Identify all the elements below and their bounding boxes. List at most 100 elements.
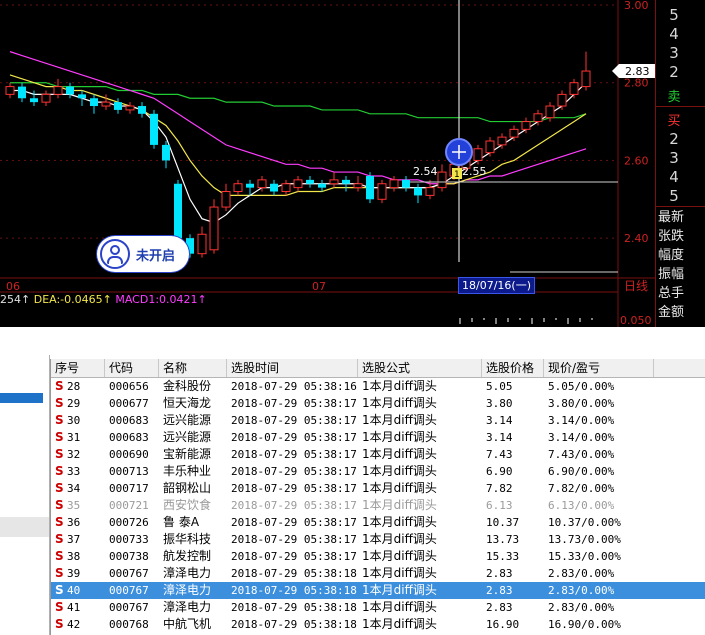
row-name: 漳泽电力 — [163, 566, 212, 580]
candle-body-up — [125, 105, 135, 111]
menu-change[interactable]: 张跌 — [658, 227, 684, 246]
table-row[interactable]: S 32 000690 宝新能源 2018-07-29 05:38:17 1本月diff调… — [51, 446, 705, 463]
current-price-label: 2.83 — [625, 65, 650, 78]
table-row[interactable]: S 28 000656 金科股份 2018-07-29 05:38:16 1本月diff调… — [51, 378, 705, 395]
crosshair-price-label: 2.54 — [413, 165, 438, 178]
row-name: 航发控制 — [163, 549, 212, 563]
table-row[interactable]: S 41 000767 漳泽电力 2018-07-29 05:38:18 1本月diff调… — [51, 599, 705, 616]
table-row[interactable]: S 37 000733 振华科技 2018-07-29 05:38:17 1本月diff调… — [51, 531, 705, 548]
row-code: 000721 — [109, 499, 149, 512]
row-now: 16.90/0.00% — [548, 618, 621, 631]
row-code: 000677 — [109, 397, 149, 410]
row-name: 漳泽电力 — [163, 583, 212, 597]
row-price: 2.83 — [486, 567, 513, 580]
candle-body-up — [5, 86, 15, 95]
col-seq[interactable]: 序号 — [51, 359, 105, 377]
col-name[interactable]: 名称 — [159, 359, 227, 377]
table-row[interactable]: S 35 000721 西安饮食 2018-07-29 05:38:17 1本月diff调… — [51, 497, 705, 514]
table-row[interactable]: S 40 000767 漳泽电力 2018-07-29 05:38:18 1本月diff调… — [51, 582, 705, 599]
left-list[interactable] — [0, 355, 50, 635]
menu-amplitude[interactable]: 振幅 — [658, 265, 684, 284]
candle-body-down — [402, 179, 410, 188]
macd-indicator-line: 254↑ DEA:-0.0465↑ MACD1:0.0421↑ — [0, 291, 207, 309]
candle-body-down — [414, 187, 422, 196]
row-now: 2.83/0.00% — [548, 567, 615, 580]
row-now: 3.80/0.00% — [548, 397, 615, 410]
row-flag: S — [55, 566, 64, 580]
col-time[interactable]: 选股时间 — [227, 359, 358, 377]
row-code: 000768 — [109, 618, 149, 631]
table-row[interactable]: S 30 000683 远兴能源 2018-07-29 05:38:17 1本月diff调… — [51, 412, 705, 429]
candle-body-down — [366, 175, 374, 200]
candle-body-up — [41, 93, 51, 103]
table-row[interactable]: S 33 000713 丰乐种业 2018-07-29 05:38:17 1本月diff调… — [51, 463, 705, 480]
table-row[interactable]: S 39 000767 漳泽电力 2018-07-29 05:38:18 1本月diff调… — [51, 565, 705, 582]
row-name: 韶钢松山 — [163, 481, 212, 495]
col-price[interactable]: 选股价格 — [482, 359, 544, 377]
row-now: 2.83/0.00% — [548, 584, 615, 597]
row-seq: 39 — [67, 567, 81, 580]
row-code: 000738 — [109, 550, 149, 563]
kline-svg[interactable]: 3.002.802.602.4006 07 日线0.0502.54 1 2.552.83 — [0, 0, 705, 327]
picker-table[interactable]: 序号 代码 名称 选股时间 选股公式 选股价格 现价/盈亏 S 28 000656 金… — [50, 359, 705, 635]
table-row[interactable]: S 36 000726 鲁 泰A 2018-07-29 05:38:17 1本月diff调… — [51, 514, 705, 531]
row-time: 2018-07-29 05:38:18 — [231, 601, 357, 614]
row-formula: 1本月diff调头 — [362, 464, 437, 478]
status-badge[interactable]: 未开启 — [97, 236, 189, 272]
row-code: 000767 — [109, 601, 149, 614]
kline-chart[interactable]: 3.00 2.80 2.60 2.40 06 07 日线 0.050 2.54 1 2.55 2.83… — [0, 0, 705, 327]
menu-volume[interactable]: 总手 — [658, 284, 684, 303]
menu-amount[interactable]: 金额 — [658, 303, 684, 322]
row-seq: 40 — [67, 584, 81, 597]
row-now: 2.83/0.00% — [548, 601, 615, 614]
candle-body-up — [497, 136, 507, 146]
col-formula[interactable]: 选股公式 — [358, 359, 482, 377]
left-list-selection[interactable] — [0, 393, 43, 403]
col-now[interactable]: 现价/盈亏 — [544, 359, 654, 377]
candle-body-down — [174, 183, 182, 239]
row-price: 6.13 — [486, 499, 513, 512]
col-code[interactable]: 代码 — [105, 359, 159, 377]
row-time: 2018-07-29 05:38:16 — [231, 380, 357, 393]
row-time: 2018-07-29 05:38:18 — [231, 567, 357, 580]
row-seq: 36 — [67, 516, 81, 529]
table-row[interactable]: S 31 000683 远兴能源 2018-07-29 05:38:17 1本月diff调… — [51, 429, 705, 446]
candle-body-up — [389, 179, 399, 189]
price-tick-label: 2.80 — [624, 77, 649, 90]
candle-body-up — [209, 206, 219, 251]
row-price: 3.14 — [486, 431, 513, 444]
row-formula: 1本月diff调头 — [362, 532, 437, 546]
table-row[interactable]: S 34 000717 韶钢松山 2018-07-29 05:38:17 1本月diff调… — [51, 480, 705, 497]
row-seq: 33 — [67, 465, 81, 478]
row-now: 6.90/0.00% — [548, 465, 615, 478]
menu-latest[interactable]: 最新 — [658, 208, 684, 227]
row-name: 金科股份 — [163, 379, 212, 393]
row-price: 2.83 — [486, 601, 513, 614]
row-flag: S — [55, 481, 64, 495]
row-code: 000726 — [109, 516, 149, 529]
user-icon — [100, 239, 130, 269]
row-name: 丰乐种业 — [163, 464, 212, 478]
row-name: 西安饮食 — [163, 498, 212, 512]
price-tick-label: 3.00 — [624, 0, 649, 12]
row-code: 000656 — [109, 380, 149, 393]
table-row[interactable]: S 38 000738 航发控制 2018-07-29 05:38:17 1本月diff调… — [51, 548, 705, 565]
table-row[interactable]: S 42 000768 中航飞机 2018-07-29 05:38:18 1本月diff调… — [51, 616, 705, 633]
buy-level-2: 2 — [669, 130, 679, 148]
row-flag: S — [55, 464, 64, 478]
row-seq: 34 — [67, 482, 81, 495]
daily-line-label: 日线 — [624, 279, 648, 293]
menu-range[interactable]: 幅度 — [658, 246, 684, 265]
macd-tick-label: 0.050 — [620, 314, 652, 327]
sell-level-3: 3 — [669, 44, 679, 62]
crosshair-date-label: 18/07/16(一) — [458, 277, 535, 294]
row-formula: 1本月diff调头 — [362, 413, 437, 427]
row-time: 2018-07-29 05:38:17 — [231, 448, 357, 461]
stock-picker-panel: 序号 代码 名称 选股时间 选股公式 选股价格 现价/盈亏 S 28 000656 金… — [0, 327, 705, 635]
buy-level-5: 5 — [669, 187, 679, 205]
table-row[interactable]: S 29 000677 恒天海龙 2018-07-29 05:38:17 1本月diff调… — [51, 395, 705, 412]
row-flag: S — [55, 583, 64, 597]
row-name: 远兴能源 — [163, 430, 212, 444]
row-price: 7.43 — [486, 448, 513, 461]
row-code: 000683 — [109, 414, 149, 427]
